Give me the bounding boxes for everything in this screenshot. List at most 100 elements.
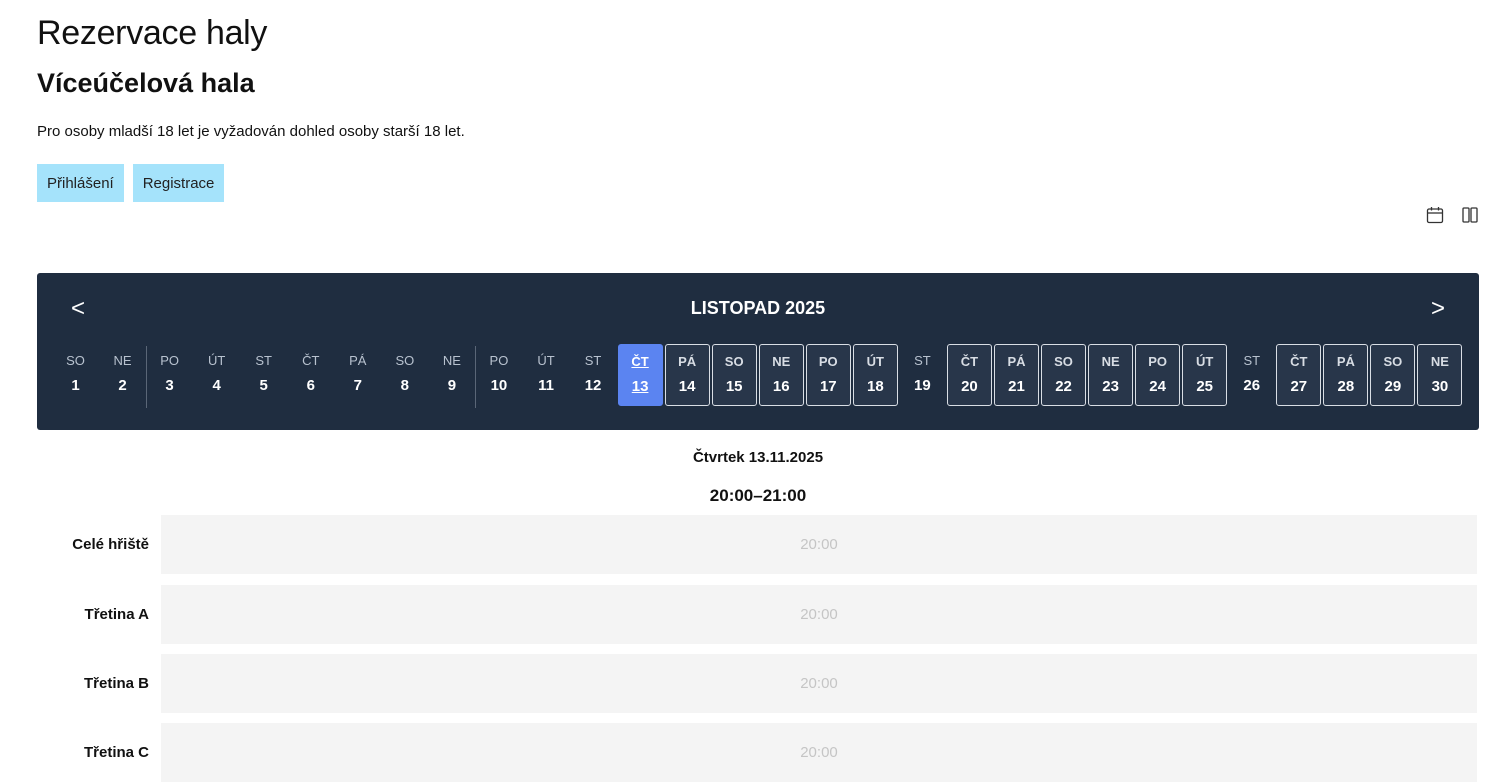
day-name: ÚT xyxy=(866,354,885,369)
court-name: Celé hřiště xyxy=(72,536,149,553)
day-name: PÁ xyxy=(678,354,697,369)
calendar-icon[interactable] xyxy=(1426,206,1444,224)
date-picker: < LISTOPAD 2025 > SO 1 NE 2 PO 3 ÚT 4 ST 5 ČT 6 PÁ 7 S… xyxy=(37,273,1479,430)
day-name: PÁ xyxy=(1336,354,1355,369)
day-number: 19 xyxy=(914,377,931,394)
day-name: ST xyxy=(1243,353,1261,368)
day-cell[interactable]: PÁ 7 xyxy=(335,344,380,406)
day-number: 15 xyxy=(725,378,743,395)
time-slot[interactable]: 20:00 xyxy=(161,515,1477,574)
day-cell[interactable]: ČT 13 xyxy=(617,344,663,406)
day-cell[interactable]: SO 8 xyxy=(382,344,427,406)
day-cell[interactable]: SO 1 xyxy=(53,344,98,406)
day-cell[interactable]: PÁ 21 xyxy=(994,344,1039,406)
day-name: PÁ xyxy=(1007,354,1026,369)
day-number: 5 xyxy=(259,377,268,394)
day-name: PO xyxy=(160,353,179,368)
day-name: ST xyxy=(255,353,272,368)
day-name: PO xyxy=(1148,354,1168,369)
day-number: 23 xyxy=(1102,378,1119,395)
day-cell[interactable]: ÚT 11 xyxy=(524,344,569,406)
day-cell[interactable]: ČT 6 xyxy=(288,344,333,406)
day-number: 14 xyxy=(678,378,696,395)
court-row: Třetina C 20:00 xyxy=(37,723,1477,782)
day-name: SO xyxy=(724,354,744,369)
day-cell[interactable]: PÁ 14 xyxy=(664,344,710,406)
day-number: 8 xyxy=(400,377,410,394)
day-name: NE xyxy=(442,353,461,368)
day-cell[interactable]: PO 24 xyxy=(1135,344,1181,406)
day-strip: SO 1 NE 2 PO 3 ÚT 4 ST 5 ČT 6 PÁ 7 SO 8 NE 9 PO 10 ÚT 11 ST 12 Č… xyxy=(37,344,1479,409)
day-name: NE xyxy=(1101,354,1120,369)
day-name: PO xyxy=(489,353,509,368)
court-row: Celé hřiště 20:00 xyxy=(37,515,1477,574)
day-name: NE xyxy=(1430,354,1449,369)
court-name: Třetina B xyxy=(83,675,149,692)
time-slot[interactable]: 20:00 xyxy=(161,654,1477,713)
day-cell[interactable]: PO 3 xyxy=(147,344,192,406)
day-number: 4 xyxy=(212,377,221,394)
time-range-label: 20:00–21:00 xyxy=(709,486,807,505)
day-cell[interactable]: ÚT 18 xyxy=(852,344,898,406)
day-cell[interactable]: SO 15 xyxy=(711,344,757,406)
day-name: ÚT xyxy=(537,353,555,368)
day-name: ÚT xyxy=(1196,354,1214,369)
day-number: 11 xyxy=(538,377,554,394)
day-cell[interactable]: SO 29 xyxy=(1370,344,1416,406)
day-cell[interactable]: PO 17 xyxy=(805,344,851,406)
columns-icon[interactable] xyxy=(1461,206,1479,224)
day-name: SO xyxy=(66,353,85,368)
time-slot[interactable]: 20:00 xyxy=(161,723,1477,782)
day-name: SO xyxy=(1383,354,1403,369)
day-number: 22 xyxy=(1055,378,1072,395)
view-switcher xyxy=(1426,206,1479,224)
day-number: 18 xyxy=(867,378,884,395)
day-cell[interactable]: NE 16 xyxy=(758,344,804,406)
day-number: 27 xyxy=(1290,378,1308,395)
day-cell[interactable]: ÚT 4 xyxy=(194,344,239,406)
selected-date-label: Čtvrtek 13.11.2025 xyxy=(692,449,824,466)
next-month-button[interactable]: > xyxy=(1425,295,1451,323)
day-number: 26 xyxy=(1243,377,1261,394)
day-cell[interactable]: ST 5 xyxy=(241,344,286,406)
day-cell[interactable]: NE 23 xyxy=(1088,344,1134,406)
day-number: 24 xyxy=(1149,378,1166,395)
week-separator xyxy=(146,346,148,408)
age-notice: Pro osoby mladší 18 let je vyžadován doh… xyxy=(37,123,465,140)
day-cell[interactable]: ČT 20 xyxy=(946,344,992,406)
day-name: ST xyxy=(914,353,931,368)
day-number: 30 xyxy=(1431,378,1449,395)
day-name: NE xyxy=(113,353,132,368)
week-separator xyxy=(475,346,477,408)
day-number: 25 xyxy=(1196,378,1214,395)
day-cell[interactable]: ČT 27 xyxy=(1276,344,1322,406)
day-name: SO xyxy=(395,353,415,368)
register-button[interactable]: Registrace xyxy=(132,164,225,202)
day-number: 3 xyxy=(165,377,174,394)
day-number: 16 xyxy=(772,378,790,395)
day-cell[interactable]: PÁ 28 xyxy=(1323,344,1369,406)
day-number: 7 xyxy=(353,377,362,394)
day-number: 1 xyxy=(71,377,80,394)
login-button[interactable]: Přihlášení xyxy=(37,164,124,202)
day-cell[interactable]: NE 30 xyxy=(1417,344,1463,406)
day-name: ÚT xyxy=(207,353,226,368)
day-cell[interactable]: ST 26 xyxy=(1229,344,1274,406)
page-title: Rezervace haly xyxy=(37,14,268,52)
day-cell[interactable]: ST 12 xyxy=(571,344,616,406)
day-number: 13 xyxy=(631,378,649,395)
time-slot[interactable]: 20:00 xyxy=(161,585,1477,644)
court-name: Třetina A xyxy=(84,606,149,623)
day-name: ST xyxy=(584,353,602,368)
day-name: PÁ xyxy=(349,353,367,368)
day-cell[interactable]: PO 10 xyxy=(476,344,521,406)
day-cell[interactable]: ÚT 25 xyxy=(1182,344,1228,406)
day-cell[interactable]: NE 2 xyxy=(100,344,145,406)
court-name: Třetina C xyxy=(83,744,149,761)
day-cell[interactable]: NE 9 xyxy=(429,344,474,406)
court-row: Třetina B 20:00 xyxy=(37,654,1477,713)
day-number: 20 xyxy=(961,378,978,395)
day-cell[interactable]: SO 22 xyxy=(1041,344,1087,406)
day-number: 29 xyxy=(1384,378,1402,395)
day-cell[interactable]: ST 19 xyxy=(900,344,945,406)
